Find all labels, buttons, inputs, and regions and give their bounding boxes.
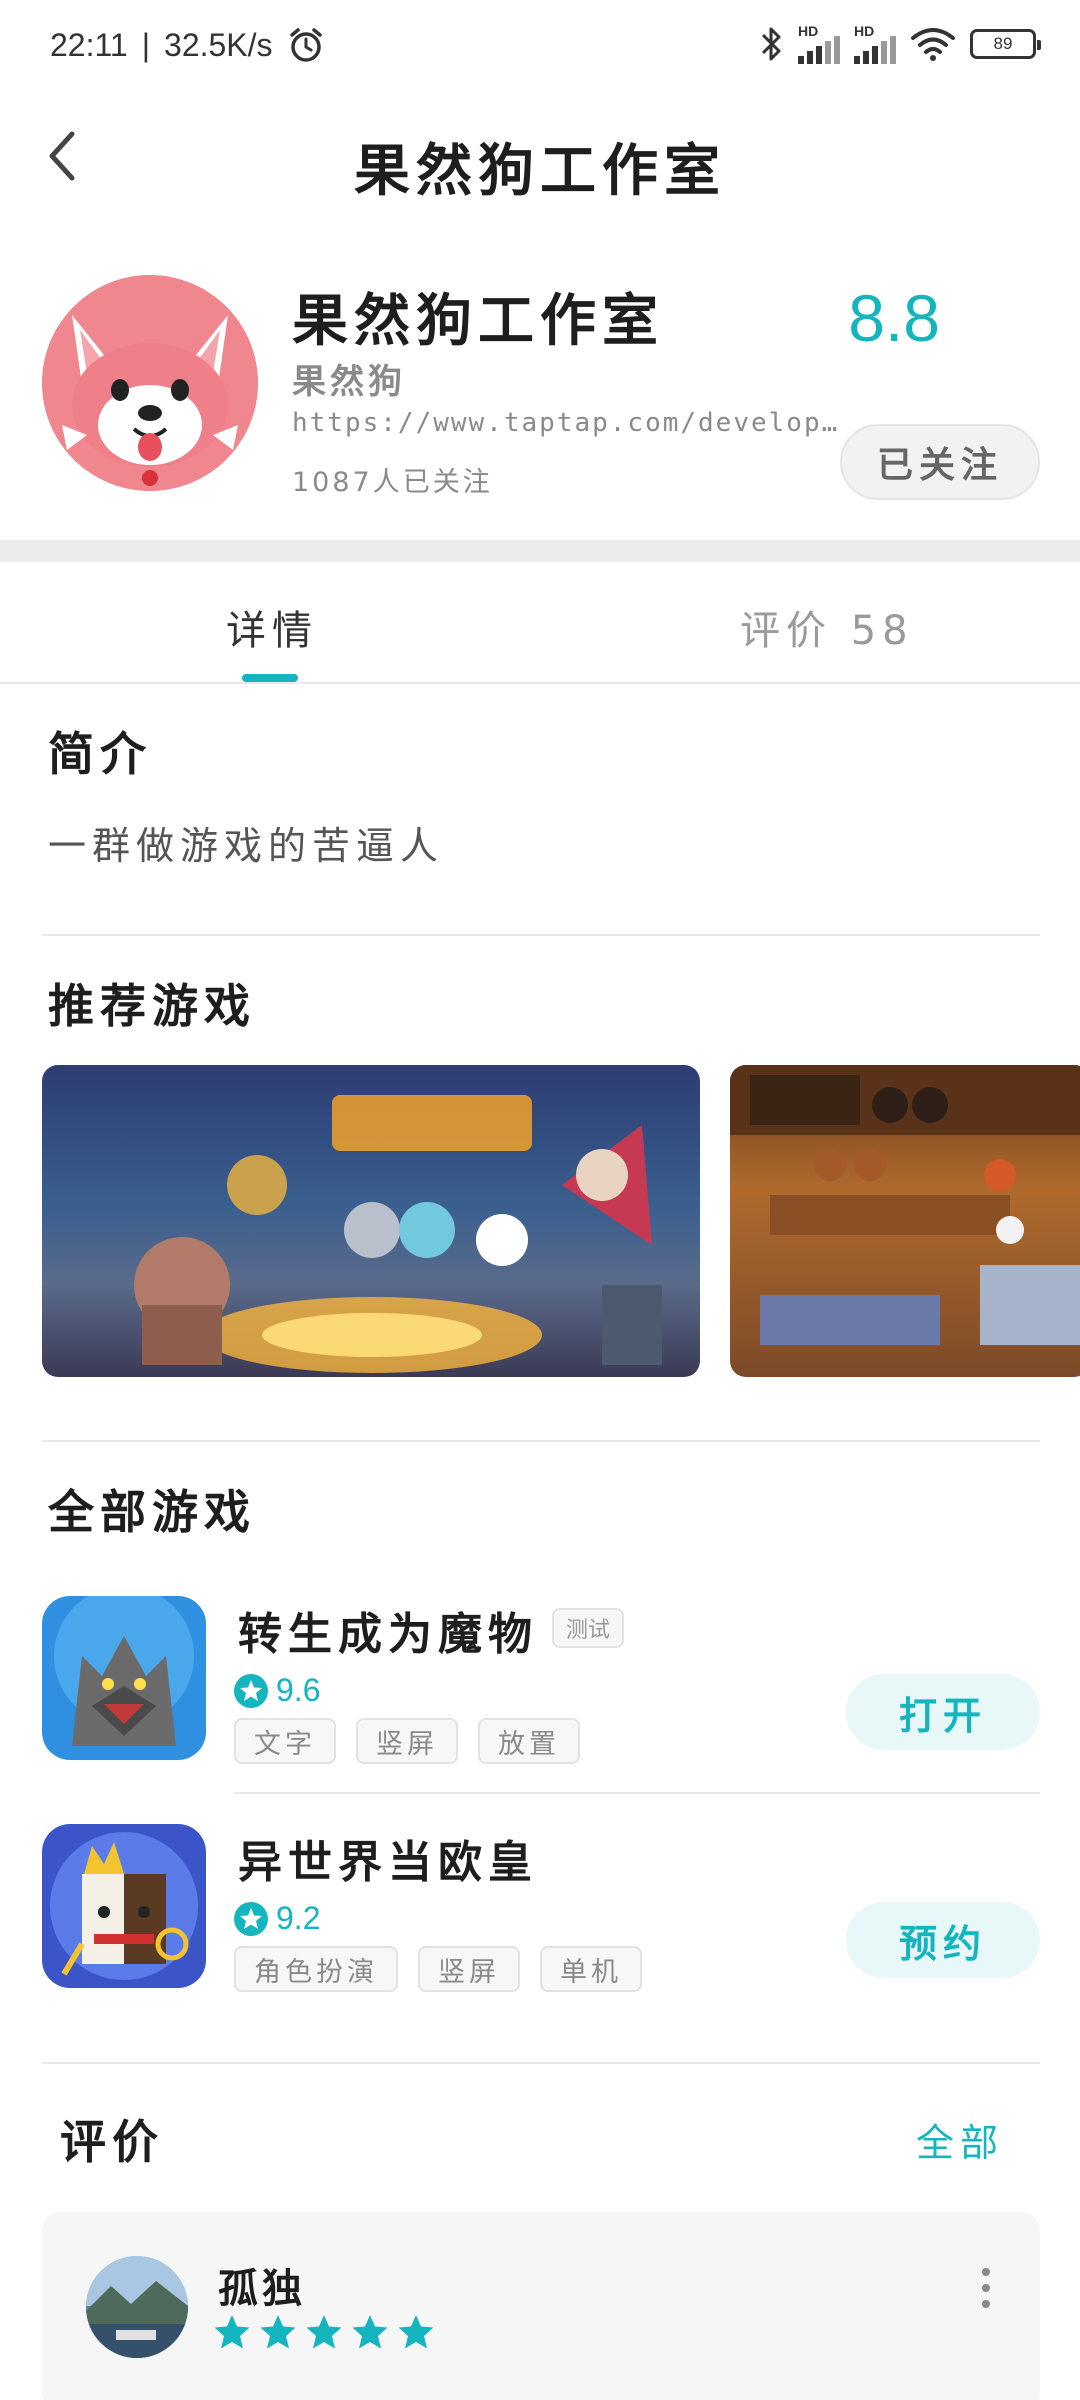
dog-logo-image bbox=[42, 275, 258, 491]
bluetooth-icon bbox=[761, 27, 781, 61]
reviewer-name[interactable]: 孤独 bbox=[218, 2256, 306, 2314]
developer-avatar[interactable] bbox=[42, 275, 258, 491]
star-icon bbox=[260, 2315, 296, 2349]
signal-2: HD bbox=[854, 24, 896, 64]
star-rating-icon bbox=[234, 1673, 268, 1708]
star-icon bbox=[398, 2315, 434, 2349]
recommended-heading: 推荐游戏 bbox=[48, 979, 256, 1033]
game-name[interactable]: 异世界当欧皇 bbox=[238, 1826, 538, 1890]
game-rating-value: 9.6 bbox=[276, 1672, 321, 1708]
tab-details[interactable]: 详情 bbox=[226, 598, 318, 656]
more-options-icon[interactable] bbox=[980, 2268, 992, 2308]
star-rating-icon bbox=[234, 1901, 268, 1936]
banner-artwork-image bbox=[730, 1065, 1080, 1345]
werewolf-icon bbox=[42, 1596, 206, 1760]
status-bar: 22:11 | 32.5K/s HD HD 89 bbox=[0, 0, 1080, 96]
reviews-all-link[interactable]: 全部 bbox=[916, 2112, 1004, 2167]
wifi-icon bbox=[911, 28, 955, 61]
game-tag[interactable]: 竖屏 bbox=[356, 1718, 458, 1764]
status-time: 22:11 bbox=[50, 26, 128, 63]
status-left: 22:11 | 32.5K/s bbox=[50, 26, 325, 64]
developer-score: 8.8 bbox=[848, 281, 940, 355]
game-tags: 文字 竖屏 放置 bbox=[234, 1718, 580, 1764]
divider bbox=[42, 2062, 1040, 2064]
game-rating: 9.6 bbox=[234, 1672, 320, 1709]
star-icon bbox=[352, 2315, 388, 2349]
follow-button[interactable]: 已关注 bbox=[840, 424, 1040, 500]
tab-reviews[interactable]: 评价 58 bbox=[740, 598, 914, 656]
open-button[interactable]: 打开 bbox=[846, 1674, 1040, 1750]
reviews-heading: 评价 bbox=[60, 2115, 164, 2169]
status-separator: | bbox=[141, 26, 151, 63]
test-badge: 测试 bbox=[552, 1608, 625, 1648]
reserve-button[interactable]: 预约 bbox=[846, 1902, 1040, 1978]
game-tag[interactable]: 角色扮演 bbox=[234, 1946, 398, 1992]
developer-url[interactable]: https://www.taptap.com/develop… bbox=[292, 408, 839, 438]
banner-artwork-image bbox=[134, 1095, 662, 1373]
divider bbox=[234, 1792, 1040, 1794]
game-list-item[interactable]: 转生成为魔物 测试 9.6 文字 竖屏 放置 打开 bbox=[0, 1596, 1080, 1776]
all-games-heading: 全部游戏 bbox=[48, 1485, 256, 1539]
landscape-avatar-image bbox=[86, 2256, 188, 2358]
star-icon bbox=[306, 2315, 342, 2349]
game-icon[interactable] bbox=[42, 1824, 206, 1988]
intro-text: 一群做游戏的苦逼人 bbox=[48, 824, 445, 868]
recommended-game-banner[interactable] bbox=[730, 1065, 1080, 1377]
developer-profile: 果然狗工作室 果然狗 https://www.taptap.com/develo… bbox=[0, 250, 1080, 540]
recommended-game-banner[interactable] bbox=[42, 1065, 700, 1377]
game-tags: 角色扮演 竖屏 单机 bbox=[234, 1946, 642, 1992]
battery-indicator: 89 bbox=[970, 29, 1041, 59]
active-tab-indicator bbox=[242, 674, 298, 682]
review-stars bbox=[212, 2312, 436, 2352]
signal-1-label: HD bbox=[798, 23, 819, 39]
signal-bars-icon bbox=[798, 36, 840, 64]
star-icon bbox=[214, 2315, 250, 2349]
game-list-item[interactable]: 异世界当欧皇 9.2 角色扮演 竖屏 单机 预约 bbox=[0, 1824, 1080, 2004]
review-card[interactable]: 孤独 bbox=[42, 2212, 1040, 2400]
intro-heading: 简介 bbox=[48, 727, 152, 781]
game-name[interactable]: 转生成为魔物 bbox=[238, 1598, 538, 1662]
page-title: 果然狗工作室 bbox=[354, 138, 726, 204]
top-bar: 果然狗工作室 bbox=[0, 96, 1080, 216]
developer-subtitle: 果然狗 bbox=[292, 362, 406, 402]
divider bbox=[42, 1440, 1040, 1442]
game-tag[interactable]: 文字 bbox=[234, 1718, 336, 1764]
status-net-speed: 32.5K/s bbox=[164, 26, 273, 63]
section-divider bbox=[0, 540, 1080, 562]
signal-1: HD bbox=[798, 24, 840, 64]
follower-count: 1087人已关注 bbox=[292, 467, 493, 498]
game-rating-value: 9.2 bbox=[276, 1900, 321, 1936]
king-character-icon bbox=[42, 1824, 206, 1988]
developer-name: 果然狗工作室 bbox=[292, 288, 664, 354]
game-rating: 9.2 bbox=[234, 1900, 320, 1937]
signal-2-label: HD bbox=[854, 23, 875, 39]
game-tag[interactable]: 竖屏 bbox=[418, 1946, 520, 1992]
divider bbox=[42, 934, 1040, 936]
game-tag[interactable]: 放置 bbox=[478, 1718, 580, 1764]
game-tag[interactable]: 单机 bbox=[540, 1946, 642, 1992]
battery-level: 89 bbox=[993, 34, 1013, 53]
signal-bars-icon bbox=[854, 36, 896, 64]
game-icon[interactable] bbox=[42, 1596, 206, 1760]
tab-bar: 详情 评价 58 bbox=[0, 562, 1080, 684]
status-right: HD HD 89 bbox=[758, 24, 1041, 64]
reviewer-avatar[interactable] bbox=[86, 2256, 188, 2358]
alarm-icon bbox=[289, 28, 322, 62]
